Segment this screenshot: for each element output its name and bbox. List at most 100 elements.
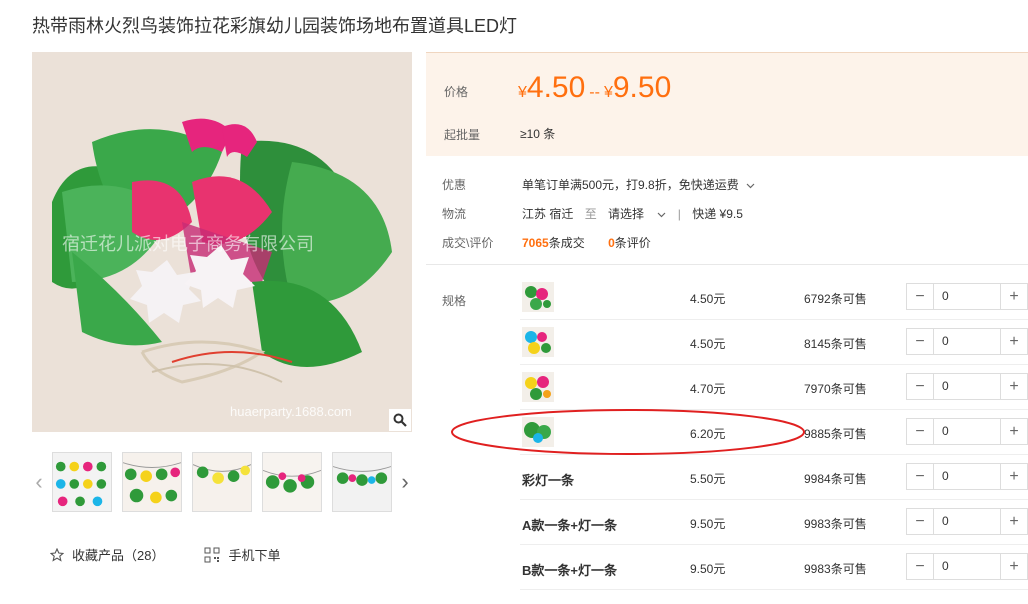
- minus-button[interactable]: −: [907, 419, 934, 444]
- watermark-url: huaerparty.1688.com: [230, 404, 352, 419]
- spec-price: 5.50元: [690, 472, 726, 486]
- plus-button[interactable]: +: [1000, 374, 1027, 399]
- quantity-input[interactable]: [934, 284, 1000, 309]
- sales-row: 成交\评价 7065条成交 0条评价: [442, 236, 651, 250]
- spec-name[interactable]: A款一条+灯一条: [522, 515, 617, 534]
- shipping-fee: 快递 ¥9.5: [692, 207, 743, 221]
- spec-price: 4.50元: [690, 292, 726, 306]
- logistics-row: 物流 江苏 宿迁 至 请选择 | 快递 ¥9.5: [442, 205, 743, 222]
- spec-swatch[interactable]: [522, 372, 554, 402]
- minus-button[interactable]: −: [907, 329, 934, 354]
- zoom-icon[interactable]: [389, 409, 411, 431]
- thumbnail[interactable]: [262, 452, 322, 512]
- promo-row: 优惠 单笔订单满500元，打9.8折，免快递运费: [442, 176, 755, 193]
- spec-row: 彩灯一条 5.50元 9984条可售 −+: [520, 455, 1028, 500]
- pipe-divider: |: [677, 207, 681, 221]
- spec-swatch[interactable]: [522, 327, 554, 357]
- thumbnail[interactable]: [332, 452, 392, 512]
- plus-button[interactable]: +: [1000, 419, 1027, 444]
- quantity-stepper: −+: [906, 553, 1028, 580]
- quantity-input[interactable]: [934, 419, 1000, 444]
- product-title: 热带雨林火烈鸟装饰拉花彩旗幼儿园装饰场地布置道具LED灯: [32, 16, 518, 36]
- spec-label: 规格: [442, 294, 467, 308]
- minus-button[interactable]: −: [907, 374, 934, 399]
- plus-button[interactable]: +: [1000, 554, 1027, 579]
- spec-price: 9.50元: [690, 562, 726, 576]
- destination-select[interactable]: 请选择: [608, 207, 670, 221]
- spec-row: A款一条+灯一条 9.50元 9983条可售 −+: [520, 500, 1028, 545]
- plus-button[interactable]: +: [1000, 329, 1027, 354]
- spec-stock: 8145条可售: [804, 337, 867, 351]
- spec-row: 4.50元 8145条可售 −+: [520, 320, 1028, 365]
- watermark-text: 宿迁花儿派对电子商务有限公司: [62, 234, 314, 254]
- chevron-left-icon[interactable]: ‹: [32, 470, 46, 494]
- spec-price: 4.70元: [690, 382, 726, 396]
- mobile-order-button[interactable]: 手机下单: [204, 545, 280, 564]
- quantity-input[interactable]: [934, 509, 1000, 534]
- qrcode-icon: [204, 547, 220, 563]
- spec-name[interactable]: 彩灯一条: [522, 470, 574, 489]
- quantity-input[interactable]: [934, 329, 1000, 354]
- minus-button[interactable]: −: [907, 554, 934, 579]
- spec-row: 6.20元 9885条可售 −+: [520, 410, 1028, 455]
- price-label: 价格: [444, 85, 469, 99]
- reviews-count[interactable]: 0: [608, 236, 615, 250]
- spec-stock: 9983条可售: [804, 517, 867, 531]
- quantity-stepper: −+: [906, 463, 1028, 490]
- favorite-label: 收藏产品（28）: [72, 548, 165, 563]
- quantity-input[interactable]: [934, 374, 1000, 399]
- moq-label: 起批量: [444, 128, 481, 142]
- thumbnail-strip: ‹ ›: [32, 452, 412, 514]
- quantity-input[interactable]: [934, 464, 1000, 489]
- spec-swatch[interactable]: [522, 282, 554, 312]
- spec-price: 4.50元: [690, 337, 726, 351]
- to-word: 至: [584, 207, 597, 221]
- spec-stock: 9984条可售: [804, 472, 867, 486]
- spec-stock: 9983条可售: [804, 562, 867, 576]
- logistics-label: 物流: [442, 207, 467, 221]
- quantity-stepper: −+: [906, 283, 1028, 310]
- spec-row: B款一条+灯一条 9.50元 9983条可售 −+: [520, 545, 1028, 590]
- quantity-stepper: −+: [906, 373, 1028, 400]
- moq-value: ≥10 条: [520, 127, 556, 141]
- minus-button[interactable]: −: [907, 509, 934, 534]
- spec-price: 9.50元: [690, 517, 726, 531]
- sales-label: 成交\评价: [442, 236, 494, 250]
- spec-name[interactable]: B款一条+灯一条: [522, 560, 617, 579]
- minus-button[interactable]: −: [907, 464, 934, 489]
- spec-stock: 9885条可售: [804, 427, 867, 441]
- spec-row: 4.50元 6792条可售 −+: [520, 275, 1028, 320]
- price-range: ¥4.50 -- ¥9.50: [518, 71, 672, 104]
- plus-button[interactable]: +: [1000, 509, 1027, 534]
- thumbnail[interactable]: [122, 452, 182, 512]
- chevron-down-icon: [657, 207, 666, 221]
- thumbnail[interactable]: [52, 452, 112, 512]
- price-min: 4.50: [526, 71, 586, 104]
- thumbnail[interactable]: [192, 452, 252, 512]
- quantity-stepper: −+: [906, 328, 1028, 355]
- spec-swatch[interactable]: [522, 417, 554, 447]
- quantity-input[interactable]: [934, 554, 1000, 579]
- minus-button[interactable]: −: [907, 284, 934, 309]
- plus-button[interactable]: +: [1000, 284, 1027, 309]
- main-product-image[interactable]: 宿迁花儿派对电子商务有限公司 huaerparty.1688.com: [32, 52, 412, 432]
- mobile-order-label: 手机下单: [228, 548, 281, 563]
- spec-stock: 7970条可售: [804, 382, 867, 396]
- product-actions: 收藏产品（28） 手机下单: [50, 545, 280, 564]
- chevron-right-icon[interactable]: ›: [398, 470, 412, 494]
- promo-text: 单笔订单满500元，打9.8折，免快递运费: [522, 178, 739, 192]
- spec-price: 6.20元: [690, 427, 726, 441]
- plus-button[interactable]: +: [1000, 464, 1027, 489]
- star-icon: [50, 547, 64, 562]
- quantity-stepper: −+: [906, 508, 1028, 535]
- quantity-stepper: −+: [906, 418, 1028, 445]
- product-photo: 宿迁花儿派对电子商务有限公司 huaerparty.1688.com: [32, 52, 412, 432]
- price-panel: 价格 ¥4.50 -- ¥9.50 起批量 ≥10 条: [426, 52, 1028, 156]
- price-max: 9.50: [612, 71, 672, 104]
- deals-count[interactable]: 7065: [522, 236, 549, 250]
- favorite-button[interactable]: 收藏产品（28）: [50, 545, 164, 564]
- promo-label: 优惠: [442, 178, 467, 192]
- chevron-down-icon[interactable]: [746, 178, 755, 192]
- divider: [426, 264, 1028, 265]
- spec-stock: 6792条可售: [804, 292, 867, 306]
